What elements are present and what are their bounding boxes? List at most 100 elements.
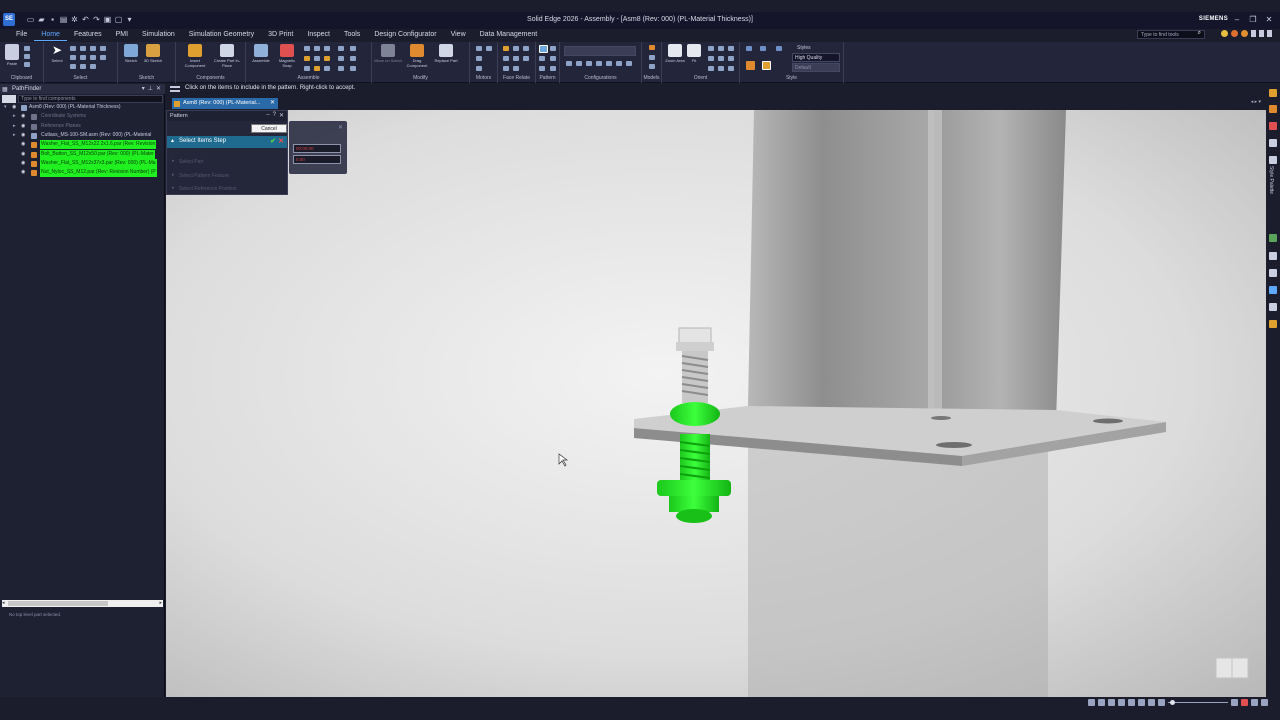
view-style-dropdown[interactable]: High Quality xyxy=(792,53,840,62)
view-icon[interactable] xyxy=(1269,286,1277,294)
select-button[interactable]: ➤ Select xyxy=(49,44,65,64)
scroll-left-icon[interactable]: ◂ xyxy=(2,600,5,607)
fit-icon[interactable] xyxy=(1118,699,1125,706)
menu-item-pmi[interactable]: PMI xyxy=(109,29,135,41)
pathfinder-horizontal-scrollbar[interactable]: ◂ ▸ xyxy=(2,600,163,607)
style-palette-tab[interactable]: Style Palette xyxy=(1268,166,1274,194)
assemble-button[interactable]: Assemble xyxy=(248,44,274,63)
menu-item-data-management[interactable]: Data Management xyxy=(473,29,545,41)
cancel-button[interactable]: Cancel xyxy=(251,124,287,133)
tree-item[interactable]: ◉ Washer_Flat_SS_M12x22.2x1.6.par (Rev: R… xyxy=(0,140,165,150)
magnetic-snap-button[interactable]: Magnetic Snap xyxy=(274,44,300,68)
pattern-value-field[interactable]: 0.00 xyxy=(293,155,341,164)
close-icon[interactable]: ✕ xyxy=(1264,14,1274,25)
menu-item-simulation[interactable]: Simulation xyxy=(135,29,182,41)
expand-arrow-icon[interactable]: ▸ xyxy=(13,131,16,140)
step-select-reference-position[interactable]: ▸ Select Reference Position xyxy=(167,183,287,195)
tree-item[interactable]: ▸ ◉ Coordinate Systems xyxy=(0,112,165,121)
layer-stack-icon[interactable] xyxy=(1269,269,1277,277)
lightbulb-icon[interactable] xyxy=(1221,30,1228,37)
tree-item[interactable]: ◉ Nut_Nyloc_SS_M12.par (Rev: Revision Num… xyxy=(0,168,165,178)
shading-icon[interactable] xyxy=(1158,699,1165,706)
close-icon[interactable]: ✕ xyxy=(270,98,275,109)
restore-icon[interactable]: ❐ xyxy=(1248,14,1258,25)
accept-check-icon[interactable]: ✔ xyxy=(270,137,276,145)
settings-icon[interactable] xyxy=(1251,699,1258,706)
tree-item[interactable]: ◉ Bolt_Button_SS_M12x50.par (Rev: 000) (P… xyxy=(0,149,165,159)
menu-item-file[interactable]: File xyxy=(9,29,34,41)
tree-item[interactable]: ▸ ◉ Reference Planes xyxy=(0,122,165,131)
filter-icon[interactable] xyxy=(2,95,16,103)
3d-sketch-button[interactable]: 3D Sketch xyxy=(143,44,163,63)
menu-item-features[interactable]: Features xyxy=(67,29,109,41)
menu-item-design-configurator[interactable]: Design Configurator xyxy=(367,29,443,41)
menu-item-view[interactable]: View xyxy=(444,29,473,41)
insert-component-button[interactable]: Insert Component xyxy=(180,44,210,68)
tree-item[interactable]: ◉ Washer_Flat_SS_M12x37x3.par (Rev: 000) … xyxy=(0,158,165,168)
scroll-right-icon[interactable]: ▸ xyxy=(159,600,162,607)
step-select-part[interactable]: ▸ Select Part xyxy=(167,156,287,168)
style-secondary-dropdown[interactable]: Default xyxy=(792,63,840,72)
menu-item-simulation-geometry[interactable]: Simulation Geometry xyxy=(182,29,261,41)
grid-icon[interactable] xyxy=(1231,699,1238,706)
ribbon-minimize-icon[interactable] xyxy=(1251,30,1256,37)
minimize-icon[interactable]: – xyxy=(1232,14,1242,25)
find-components-input[interactable]: Type to find components xyxy=(18,95,163,103)
tools-icon[interactable] xyxy=(1269,105,1277,113)
record-icon[interactable] xyxy=(1241,699,1248,706)
document-tab[interactable]: Asm8 (Rev: 000) (PL-Material... ✕ xyxy=(172,98,278,109)
rotate-icon[interactable] xyxy=(1138,699,1145,706)
zoom-area-button[interactable]: Zoom Area xyxy=(665,44,685,63)
ribbon-restore-icon[interactable] xyxy=(1259,30,1264,37)
sketch-button[interactable]: Sketch xyxy=(121,44,141,63)
minimize-icon[interactable]: – xyxy=(266,112,269,119)
zoom-icon[interactable] xyxy=(1098,699,1105,706)
assembly-tools-icon[interactable] xyxy=(1269,320,1277,328)
parts-library-icon[interactable] xyxy=(1269,89,1277,97)
step-select-items[interactable]: ▴ Select Items Step ✔ ✕ xyxy=(167,136,287,148)
3d-model-view[interactable] xyxy=(166,110,1266,697)
pin-icon[interactable] xyxy=(1269,303,1277,311)
wrench-icon[interactable] xyxy=(1269,252,1277,260)
community-icon[interactable] xyxy=(1231,30,1238,37)
close-icon[interactable]: ✕ xyxy=(338,124,343,131)
style-palette-icon[interactable] xyxy=(1269,156,1277,164)
menu-item-home[interactable]: Home xyxy=(34,29,67,41)
expand-arrow-icon[interactable]: ▸ xyxy=(13,122,16,131)
sensors-icon[interactable] xyxy=(1269,122,1277,130)
expand-arrow-icon[interactable]: ▾ xyxy=(4,103,7,112)
family-icon[interactable] xyxy=(1269,234,1277,242)
layers-icon[interactable] xyxy=(1269,139,1277,147)
zoom-slider[interactable] xyxy=(1168,699,1228,706)
help-icon[interactable]: ? xyxy=(273,112,276,119)
ribbon-close-icon[interactable] xyxy=(1267,30,1272,37)
fit-button[interactable]: Fit xyxy=(686,44,702,63)
configuration-dropdown[interactable] xyxy=(564,46,636,56)
replace-part-button[interactable]: Replace Part xyxy=(432,44,460,63)
tab-navigation-icon[interactable]: ◂ ▸ ▾ xyxy=(1251,99,1261,105)
menu-item-3d-print[interactable]: 3D Print xyxy=(261,29,300,41)
expand-arrow-icon[interactable]: ▸ xyxy=(13,112,16,121)
close-icon[interactable]: ✕ xyxy=(279,112,284,119)
help-icon[interactable] xyxy=(1241,30,1248,37)
tree-item[interactable]: ▸ ◉ Cutlass_MS-100-SM.asm (Rev: 000) (PL-M… xyxy=(0,131,165,140)
dropdown-icon[interactable]: ▾ xyxy=(142,85,145,92)
zoom-area-icon[interactable] xyxy=(1108,699,1115,706)
menu-item-tools[interactable]: Tools xyxy=(337,29,367,41)
step-select-pattern-feature[interactable]: ▸ Select Pattern Feature xyxy=(167,170,287,182)
pin-icon[interactable]: ⊥ xyxy=(148,85,153,92)
search-icon[interactable]: ⌕ xyxy=(1198,30,1201,37)
scrollbar-thumb[interactable] xyxy=(8,601,108,606)
prompt-menu-icon[interactable] xyxy=(170,86,180,92)
drag-component-button[interactable]: Drag Component xyxy=(402,44,432,68)
move-on-select-button[interactable]: Move on Select xyxy=(374,44,402,63)
reject-x-icon[interactable]: ✕ xyxy=(278,137,284,145)
view-orientation-icon[interactable] xyxy=(1148,699,1155,706)
tree-item[interactable]: ▾ ◉ Asm8 (Rev: 000) (PL-Material Thickness… xyxy=(0,103,165,112)
help-icon[interactable] xyxy=(1261,699,1268,706)
pattern-value-field[interactable]: 00:00:00 xyxy=(293,144,341,153)
pan-icon[interactable] xyxy=(1128,699,1135,706)
close-icon[interactable]: ✕ xyxy=(156,85,161,92)
previous-view-icon[interactable] xyxy=(1088,699,1095,706)
create-part-in-place-button[interactable]: Create Part In-Place xyxy=(212,44,242,68)
